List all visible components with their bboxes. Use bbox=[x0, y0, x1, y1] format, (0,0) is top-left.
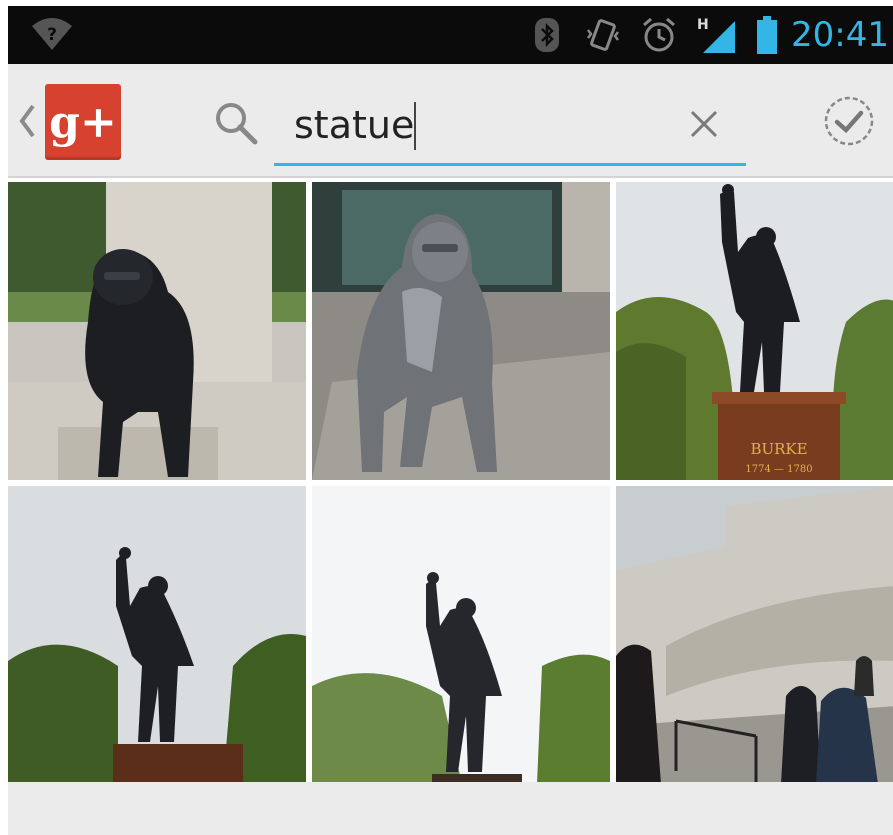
search-field[interactable] bbox=[274, 94, 746, 166]
photo-thumbnail[interactable] bbox=[312, 182, 610, 480]
wifi-question-icon: ? bbox=[32, 18, 72, 50]
alarm-icon bbox=[639, 15, 679, 55]
google-plus-icon[interactable]: g+ bbox=[45, 84, 121, 160]
plinth-years: 1774 — 1780 bbox=[745, 464, 812, 475]
app-icon-label: g+ bbox=[49, 96, 117, 148]
burke-statue-icon bbox=[312, 486, 610, 784]
bottom-bar bbox=[8, 782, 893, 835]
clear-icon[interactable] bbox=[684, 104, 724, 144]
photo-thumbnail[interactable] bbox=[312, 486, 610, 784]
battery-icon bbox=[755, 15, 779, 55]
status-bar: ? H 20:41 bbox=[8, 6, 893, 64]
back-chevron-icon[interactable] bbox=[16, 102, 38, 140]
memorial-frieze-icon bbox=[616, 486, 893, 784]
clock: 20:41 bbox=[791, 15, 889, 55]
burke-statue-icon bbox=[8, 486, 306, 784]
photo-thumbnail[interactable] bbox=[8, 182, 306, 480]
vibrate-icon bbox=[583, 15, 623, 55]
photo-thumbnail[interactable] bbox=[616, 486, 893, 784]
photo-thumbnail[interactable]: BURKE 1774 — 1780 bbox=[616, 182, 893, 480]
burke-statue-icon: BURKE 1774 — 1780 bbox=[616, 182, 893, 480]
signal-h-icon: H bbox=[695, 15, 739, 55]
plinth-name: BURKE bbox=[750, 440, 807, 458]
svg-text:?: ? bbox=[47, 25, 57, 45]
search-input[interactable] bbox=[294, 94, 674, 156]
bluetooth-icon bbox=[527, 15, 567, 55]
network-type-label: H bbox=[697, 17, 709, 33]
photo-thumbnail[interactable] bbox=[8, 486, 306, 784]
done-check-icon[interactable] bbox=[822, 94, 876, 148]
text-caret bbox=[414, 102, 416, 150]
gorilla-statue-silver-icon bbox=[312, 182, 610, 480]
action-bar: g+ bbox=[8, 64, 893, 178]
search-icon bbox=[216, 103, 258, 145]
gorilla-statue-dark-icon bbox=[8, 182, 306, 480]
search-results-grid: BURKE 1774 — 1780 bbox=[8, 182, 893, 784]
